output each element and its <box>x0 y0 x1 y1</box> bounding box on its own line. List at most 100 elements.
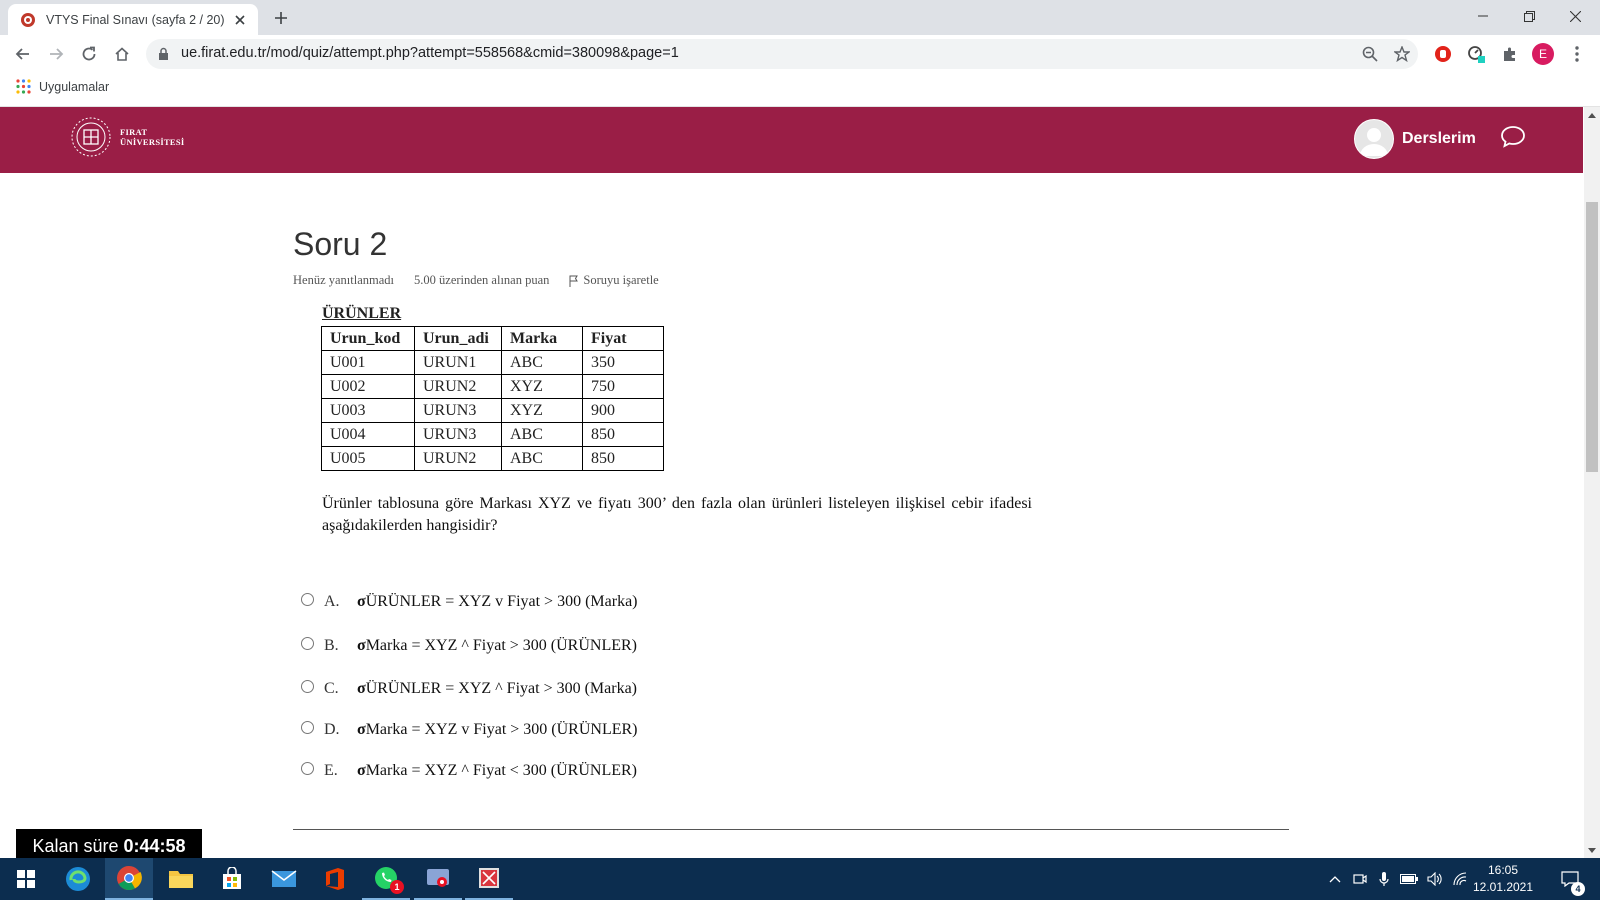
table-header: Marka <box>501 326 583 351</box>
table-cell: ABC <box>501 422 583 447</box>
tab-title: VTYS Final Sınavı (sayfa 2 / 20) <box>46 12 225 27</box>
content-divider <box>293 829 1289 830</box>
table-cell: URUN2 <box>414 374 502 399</box>
question-title: Soru 2 <box>293 226 388 262</box>
network-icon[interactable] <box>1450 858 1470 900</box>
mail-taskbar-icon[interactable] <box>260 858 308 900</box>
table-cell: XYZ <box>501 374 583 399</box>
profile-initial: E <box>1532 43 1554 65</box>
scroll-down-arrow-icon[interactable] <box>1584 842 1600 858</box>
bookmarks-bar: Uygulamalar <box>0 73 1600 107</box>
taskbar-clock[interactable]: 16:05 12.01.2021 <box>1468 862 1538 896</box>
radio-button[interactable] <box>301 679 314 693</box>
table-cell: U005 <box>321 446 415 471</box>
flag-label: Soruyu işaretle <box>583 273 659 287</box>
scroll-up-arrow-icon[interactable] <box>1584 107 1600 123</box>
answer-option-b[interactable]: B. σMarka = XYZ ^ Fiyat > 300 (ÜRÜNLER) <box>301 634 721 658</box>
home-button[interactable] <box>109 41 135 67</box>
option-letter: B. <box>324 637 339 654</box>
puzzle-extensions-icon[interactable] <box>1499 43 1521 65</box>
volume-icon[interactable] <box>1424 858 1446 900</box>
store-taskbar-icon[interactable] <box>208 858 256 900</box>
edge-taskbar-icon[interactable] <box>54 858 102 900</box>
table-cell: U001 <box>321 350 415 375</box>
restore-button[interactable] <box>1506 0 1552 32</box>
adblock-extension-icon[interactable] <box>1432 43 1454 65</box>
radio-button[interactable] <box>301 720 314 734</box>
flag-question-link[interactable]: Soruyu işaretle <box>569 273 678 288</box>
battery-icon[interactable] <box>1398 858 1420 900</box>
university-seal-icon <box>71 117 111 157</box>
sigma-symbol: σ <box>357 762 366 779</box>
moodle-favicon-icon <box>21 12 35 27</box>
radio-button[interactable] <box>301 761 314 775</box>
option-letter: E. <box>324 762 338 779</box>
table-cell: URUN2 <box>414 446 502 471</box>
table-cell: XYZ <box>501 398 583 423</box>
start-button[interactable] <box>2 858 50 900</box>
windows-logo-icon <box>17 870 35 888</box>
file-explorer-taskbar-icon[interactable] <box>157 858 205 900</box>
page-scrollbar[interactable] <box>1584 107 1600 858</box>
bookmark-star-icon[interactable] <box>1392 44 1412 64</box>
address-bar[interactable]: ue.firat.edu.tr/mod/quiz/attempt.php?att… <box>146 39 1418 69</box>
scroll-thumb[interactable] <box>1586 202 1598 472</box>
option-letter: D. <box>324 721 340 738</box>
table-cell: U003 <box>321 398 415 423</box>
radio-button[interactable] <box>301 636 314 650</box>
table-row: U005 URUN2 ABC 850 <box>321 446 664 471</box>
zoom-icon[interactable] <box>1360 44 1380 64</box>
answer-option-c[interactable]: C. σÜRÜNLER = XYZ ^ Fiyat > 300 (Marka) <box>301 677 721 701</box>
radio-button[interactable] <box>301 592 314 606</box>
answer-option-e[interactable]: E. σMarka = XYZ ^ Fiyat < 300 (ÜRÜNLER) <box>301 759 721 783</box>
lock-icon <box>159 47 168 60</box>
microphone-icon[interactable] <box>1374 858 1394 900</box>
browser-tab[interactable]: VTYS Final Sınavı (sayfa 2 / 20) <box>8 4 258 35</box>
browser-menu-icon[interactable] <box>1566 43 1588 65</box>
option-expression: Marka = XYZ v Fiyat > 300 (ÜRÜNLER) <box>365 721 638 738</box>
question-text: Ürünler tablosuna göre Markası XYZ ve fi… <box>322 495 1032 534</box>
notification-badge: 4 <box>1571 882 1585 896</box>
table-row: U004 URUN3 ABC 850 <box>321 422 664 447</box>
reload-button[interactable] <box>76 41 102 67</box>
option-expression: ÜRÜNLER = XYZ v Fiyat > 300 (Marka) <box>365 593 638 610</box>
messages-icon[interactable] <box>1500 125 1526 154</box>
screen-recorder-taskbar-icon[interactable] <box>414 858 462 900</box>
office-taskbar-icon[interactable] <box>311 858 359 900</box>
forward-button[interactable] <box>43 41 69 67</box>
table-cell: U004 <box>321 422 415 447</box>
chrome-taskbar-icon[interactable] <box>105 858 153 900</box>
back-button[interactable] <box>10 41 36 67</box>
option-text: σÜRÜNLER = XYZ v Fiyat > 300 (Marka) <box>357 593 638 611</box>
notifications-icon[interactable]: 4 <box>1556 858 1585 900</box>
table-cell: 750 <box>582 374 664 399</box>
university-name: FIRAT ÜNİVERSİTESİ <box>120 127 185 147</box>
table-cell: 850 <box>582 422 664 447</box>
timer-value: 0:44:58 <box>123 835 186 856</box>
table-header-row: Urun_kod Urun_adi Marka Fiyat <box>321 326 664 351</box>
minimize-button[interactable] <box>1460 0 1506 32</box>
windows-taskbar: 1 16:05 12.01.2021 4 <box>0 858 1600 900</box>
close-window-button[interactable] <box>1552 0 1598 32</box>
user-menu[interactable]: Derslerim <box>1354 119 1476 159</box>
tray-overflow-chevron-icon[interactable] <box>1326 858 1344 900</box>
option-text: σMarka = XYZ ^ Fiyat < 300 (ÜRÜNLER) <box>357 762 637 780</box>
option-expression: Marka = XYZ ^ Fiyat < 300 (ÜRÜNLER) <box>365 762 637 779</box>
answer-option-a[interactable]: A. σÜRÜNLER = XYZ v Fiyat > 300 (Marka) <box>301 590 721 614</box>
snipping-tool-taskbar-icon[interactable] <box>465 858 513 900</box>
extension-icon[interactable] <box>1466 43 1488 65</box>
tab-close-icon[interactable] <box>232 12 248 28</box>
table-header: Urun_kod <box>321 326 415 351</box>
timer-label: Kalan süre <box>32 835 119 856</box>
whatsapp-taskbar-icon[interactable]: 1 <box>362 858 410 900</box>
option-letter: A. <box>324 593 340 610</box>
university-logo[interactable]: FIRAT ÜNİVERSİTESİ <box>70 116 185 158</box>
answer-option-d[interactable]: D. σMarka = XYZ v Fiyat > 300 (ÜRÜNLER) <box>301 718 721 742</box>
question-status: Henüz yanıtlanmadı <box>293 273 395 287</box>
apps-shortcut[interactable]: Uygulamalar <box>16 79 109 94</box>
table-cell: URUN1 <box>414 350 502 375</box>
profile-avatar[interactable]: E <box>1532 43 1554 65</box>
meet-now-icon[interactable] <box>1350 858 1370 900</box>
new-tab-button[interactable] <box>270 7 292 29</box>
browser-tabbar: VTYS Final Sınavı (sayfa 2 / 20) <box>0 0 1600 35</box>
